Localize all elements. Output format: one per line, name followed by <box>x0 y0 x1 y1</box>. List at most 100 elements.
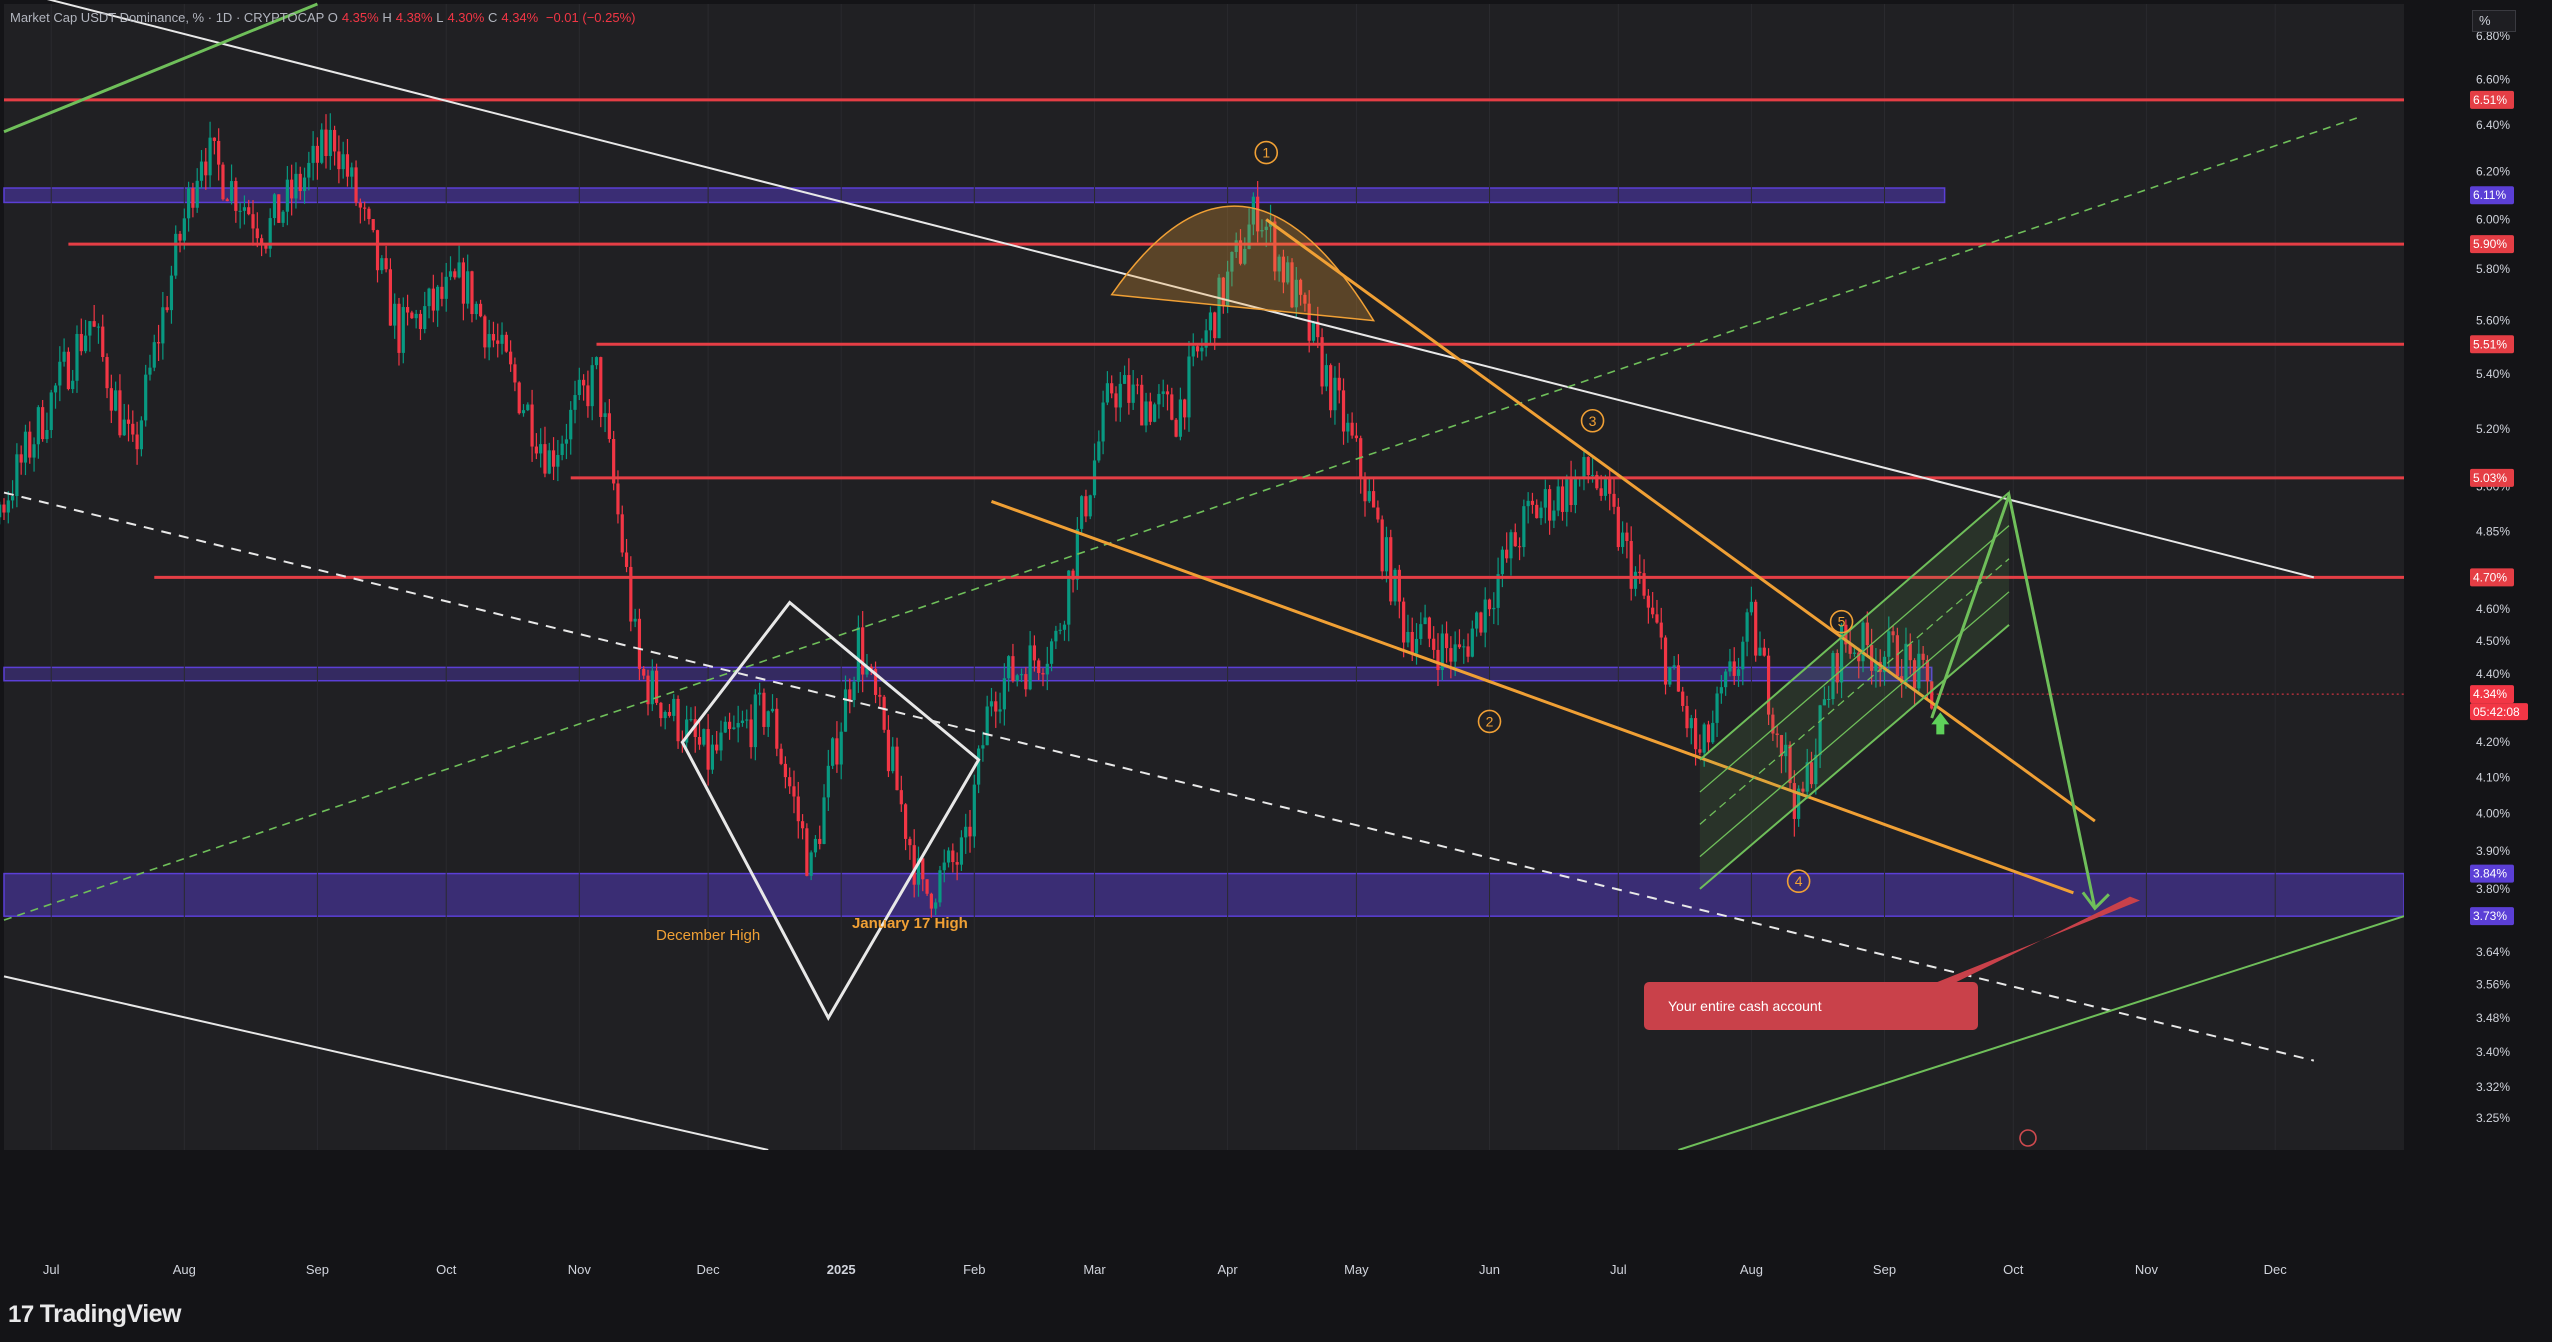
candle-body <box>1350 422 1354 436</box>
candle-body <box>1625 532 1629 542</box>
candle-body <box>1354 435 1359 439</box>
price-tick-label: 3.40% <box>2476 1045 2510 1059</box>
candle-body <box>1183 399 1187 418</box>
interval-label[interactable]: 1D <box>216 10 233 25</box>
source-label: CRYPTOCAP <box>243 10 325 25</box>
candle-body <box>1037 660 1041 674</box>
candle-body <box>92 321 96 327</box>
zone-badge-text: 6.11% <box>2473 188 2506 202</box>
candle-body <box>410 312 414 319</box>
candle-body <box>135 434 139 450</box>
candle-body <box>646 675 650 705</box>
candle-body <box>1702 724 1706 753</box>
candle-body <box>1462 646 1466 648</box>
candle-body <box>1466 646 1470 657</box>
candle-body <box>1174 419 1178 437</box>
candle-body <box>1629 541 1633 589</box>
candle-body <box>1543 489 1547 508</box>
candle-body <box>719 732 723 751</box>
candle-body <box>277 194 281 223</box>
candle-body <box>234 181 238 211</box>
callout-box[interactable]: Your entire cash account <box>1644 982 1978 1030</box>
candle-body <box>1114 393 1118 408</box>
candle-body <box>607 413 611 440</box>
candle-body <box>1719 687 1723 694</box>
candle-body <box>350 167 354 177</box>
candle-body <box>1599 488 1603 496</box>
scale-mode-button[interactable]: % <box>2472 10 2516 32</box>
candle-body <box>1689 718 1693 729</box>
candle-body <box>663 711 667 719</box>
candle-body <box>272 194 277 219</box>
candle-body <box>294 173 298 199</box>
candle-body <box>697 736 702 745</box>
candle-body <box>878 694 882 697</box>
price-chart[interactable]: December High January 17 High 1 2 3 4 5 3.25% 3… <box>0 0 2552 1342</box>
candle-body <box>813 838 818 853</box>
candle-body <box>1024 674 1028 690</box>
candle-body <box>1380 519 1384 572</box>
wave-label-5: 5 <box>1838 614 1846 630</box>
candle-body <box>955 862 959 865</box>
candle-body <box>1736 669 1741 676</box>
price-tick-label: 3.32% <box>2476 1080 2510 1094</box>
candle-body <box>1110 383 1114 394</box>
candle-body <box>423 306 427 330</box>
time-axis[interactable]: Jul Aug Sep Oct Nov Dec 2025 Feb Mar Apr May Jun Jul… <box>0 1150 2552 1290</box>
symbol-name[interactable]: Market Cap USDT Dominance, % <box>10 10 204 25</box>
candle-body <box>981 745 985 749</box>
candle-body <box>345 154 350 177</box>
support-zone-2[interactable] <box>3 872 2405 917</box>
candle-body <box>1049 641 1054 664</box>
price-tick-label: 5.40% <box>2476 367 2510 381</box>
candle-body <box>753 694 757 748</box>
time-tick-label: Dec <box>697 1262 721 1277</box>
candle-body <box>633 618 637 622</box>
time-tick-label: Oct <box>2003 1262 2024 1277</box>
candle-body <box>1663 637 1668 685</box>
last-price-badge-text: 4.34% <box>2473 687 2507 701</box>
candle-body <box>1311 321 1316 341</box>
candle-body <box>45 430 49 440</box>
candle-body <box>1728 661 1732 672</box>
candle-body <box>1165 391 1170 395</box>
candle-body <box>843 689 848 732</box>
candle-body <box>976 748 981 785</box>
candle-body <box>1672 665 1676 667</box>
candle-body <box>908 838 912 846</box>
candle-body <box>560 443 564 455</box>
candle-body <box>1367 491 1371 502</box>
candle-body <box>702 729 706 745</box>
candle-body <box>1522 506 1526 548</box>
candle-body <box>530 404 534 447</box>
candle-body <box>131 423 135 435</box>
candle-body <box>496 340 500 344</box>
candle-body <box>1569 476 1573 506</box>
candle-body <box>951 850 955 863</box>
price-tick-label: 3.64% <box>2476 945 2510 959</box>
candle-body <box>809 852 813 876</box>
candle-body <box>1505 549 1509 559</box>
candle-body <box>848 689 852 701</box>
symbol-legend: Market Cap USDT Dominance, % · 1D · CRYP… <box>10 10 636 25</box>
candle-body <box>126 419 131 424</box>
candle-body <box>83 335 88 352</box>
candle-body <box>371 219 375 231</box>
time-tick-label: Aug <box>173 1262 196 1277</box>
candle-body <box>1101 402 1105 442</box>
candle-body <box>388 269 393 326</box>
candle-body <box>217 140 221 165</box>
candle-body <box>139 420 143 450</box>
candle-body <box>779 748 783 764</box>
candle-body <box>1045 663 1049 675</box>
candle-body <box>96 326 101 328</box>
candle-body <box>1548 489 1552 521</box>
candle-body <box>925 879 929 894</box>
candle-body <box>586 385 590 407</box>
candle-body <box>1002 678 1006 710</box>
price-tick-label: 3.80% <box>2476 882 2510 896</box>
close-value: 4.34% <box>501 10 539 25</box>
brand[interactable]: 17 TradingView <box>8 1300 182 1329</box>
candle-body <box>517 382 521 414</box>
support-zone-1[interactable] <box>3 666 1933 682</box>
